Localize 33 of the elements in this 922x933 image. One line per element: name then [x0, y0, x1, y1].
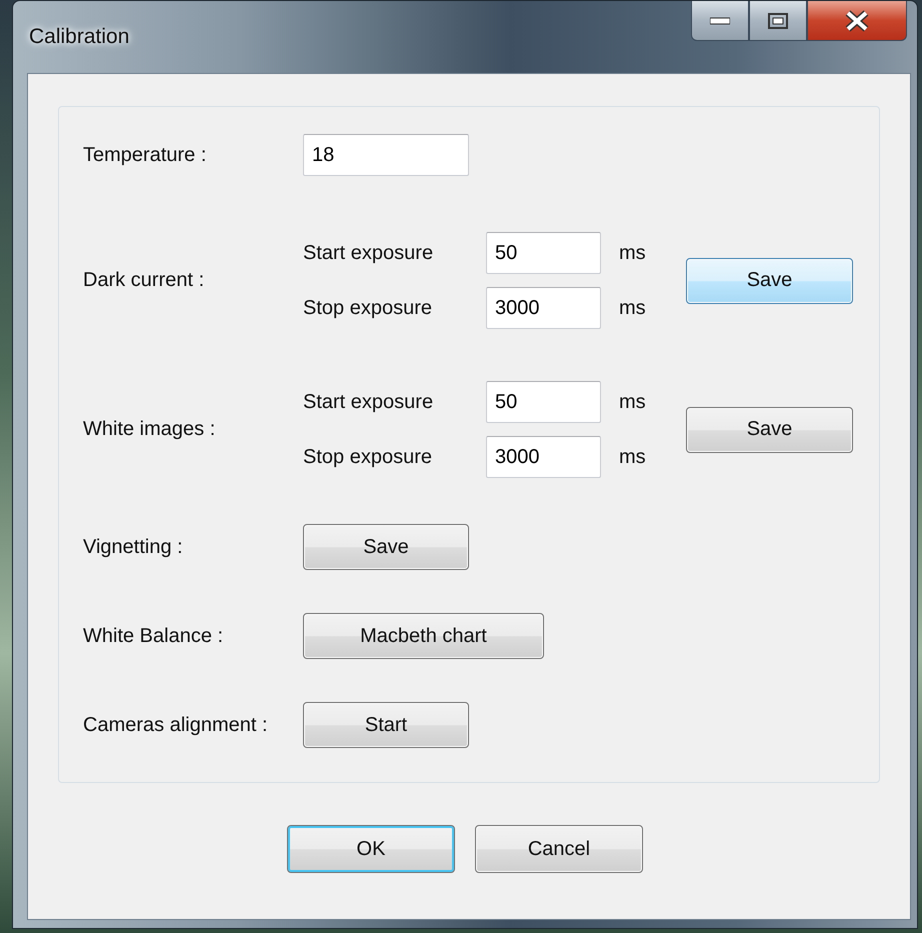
close-icon: [844, 10, 870, 32]
temperature-field[interactable]: 18: [303, 134, 469, 176]
stop-exposure-field[interactable]: 3000: [486, 436, 601, 478]
field-label: Vignetting :: [83, 536, 184, 558]
stop-exposure-field[interactable]: 3000: [486, 287, 601, 329]
save-button[interactable]: Save: [686, 258, 853, 304]
close-button[interactable]: [807, 1, 907, 41]
field-label: Temperature :: [83, 144, 208, 166]
action-button[interactable]: Save: [303, 524, 469, 570]
maximize-icon: [768, 12, 788, 28]
unit-label: ms: [618, 390, 647, 414]
dialog-button[interactable]: OK: [287, 825, 455, 873]
field-label: Stop exposure: [303, 446, 433, 468]
minimize-button[interactable]: [691, 1, 749, 41]
unit-label: ms: [618, 242, 647, 264]
unit-label: ms: [618, 446, 647, 468]
unit-label: ms: [618, 296, 647, 320]
field-label: Dark current :: [83, 269, 206, 292]
field-label: White images :: [83, 418, 216, 441]
field-label: Start exposure: [303, 390, 434, 414]
start-exposure-field[interactable]: 50: [486, 232, 601, 274]
minimize-icon: [710, 16, 730, 24]
field-label: Cameras alignment :: [83, 714, 269, 736]
save-button[interactable]: Save: [686, 406, 853, 452]
start-exposure-field[interactable]: 50: [486, 381, 601, 423]
field-label: Start exposure: [303, 242, 434, 264]
window-title: Calibration: [29, 25, 130, 49]
dialog-button[interactable]: Cancel: [475, 825, 643, 873]
field-label: Stop exposure: [303, 296, 433, 320]
action-button[interactable]: Start: [303, 702, 469, 748]
maximize-button[interactable]: [749, 1, 807, 41]
field-label: White Balance :: [83, 624, 224, 648]
action-button[interactable]: Macbeth chart: [303, 613, 544, 659]
